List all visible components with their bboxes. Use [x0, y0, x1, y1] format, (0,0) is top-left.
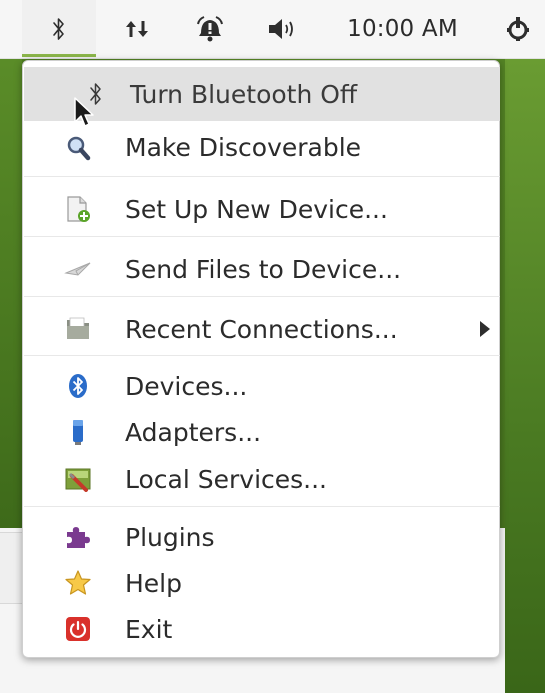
- menu-separator: [24, 506, 500, 507]
- bluetooth-indicator[interactable]: [22, 0, 96, 58]
- menu-item-exit[interactable]: Exit: [24, 606, 500, 652]
- menu-item-turn-bluetooth-off[interactable]: Turn Bluetooth Off: [24, 67, 500, 121]
- alarm-icon: [197, 16, 223, 42]
- background-window-panel: [0, 532, 23, 604]
- puzzle-icon: [64, 523, 92, 551]
- bluetooth-badge-icon: [64, 372, 92, 400]
- exit-icon: [64, 615, 92, 643]
- send-icon: [64, 255, 92, 283]
- menu-item-label: Plugins: [125, 522, 215, 552]
- search-icon: [64, 134, 92, 162]
- menu-separator: [24, 355, 500, 356]
- menu-item-label: Recent Connections...: [125, 314, 398, 344]
- desktop-background-left: [0, 58, 22, 528]
- active-indicator-underline: [22, 54, 96, 57]
- menu-item-label: Set Up New Device...: [125, 194, 388, 224]
- menu-item-label: Send Files to Device...: [125, 254, 402, 284]
- menu-separator: [24, 296, 500, 297]
- bluetooth-icon: [53, 18, 64, 40]
- usb-adapter-icon: [64, 418, 92, 446]
- menu-item-make-discoverable[interactable]: Make Discoverable: [24, 121, 500, 174]
- menu-item-label: Local Services...: [125, 464, 328, 494]
- menu-item-set-up-new-device[interactable]: Set Up New Device...: [24, 183, 500, 235]
- menu-item-adapters[interactable]: Adapters...: [24, 409, 500, 455]
- alarm-indicator[interactable]: [185, 0, 235, 58]
- clock-label: 10:00 AM: [347, 16, 458, 42]
- menu-separator: [24, 236, 500, 237]
- submenu-arrow-icon: [480, 321, 490, 337]
- services-icon: [64, 465, 92, 493]
- system-menu-indicator[interactable]: [495, 0, 540, 58]
- menu-item-send-files[interactable]: Send Files to Device...: [24, 243, 500, 295]
- power-icon: [506, 17, 529, 41]
- menu-item-local-services[interactable]: Local Services...: [24, 455, 500, 503]
- menu-item-label: Exit: [125, 614, 173, 644]
- menu-item-devices[interactable]: Devices...: [24, 363, 500, 409]
- menu-item-label: Adapters...: [125, 417, 262, 447]
- volume-icon: [268, 19, 293, 39]
- bluetooth-menu: Turn Bluetooth Off Make Discoverable Set…: [22, 60, 500, 658]
- new-document-icon: [64, 195, 92, 223]
- mouse-cursor-icon: [74, 97, 94, 127]
- menu-item-label: Devices...: [125, 371, 248, 401]
- menu-separator: [24, 176, 500, 177]
- menu-item-plugins[interactable]: Plugins: [24, 514, 500, 560]
- top-panel: 10:00 AM: [0, 0, 545, 59]
- desktop-background-edge: [505, 58, 545, 693]
- volume-indicator[interactable]: [255, 0, 310, 58]
- network-indicator[interactable]: [112, 0, 162, 58]
- menu-item-recent-connections[interactable]: Recent Connections...: [24, 303, 500, 355]
- menu-item-label: Make Discoverable: [125, 133, 362, 162]
- menu-item-help[interactable]: Help: [24, 560, 500, 606]
- menu-item-label: Help: [125, 568, 182, 598]
- star-icon: [64, 569, 92, 597]
- folder-icon: [64, 315, 92, 343]
- menu-item-label: Turn Bluetooth Off: [130, 79, 358, 109]
- clock-indicator[interactable]: 10:00 AM: [330, 0, 475, 58]
- network-icon: [126, 21, 148, 37]
